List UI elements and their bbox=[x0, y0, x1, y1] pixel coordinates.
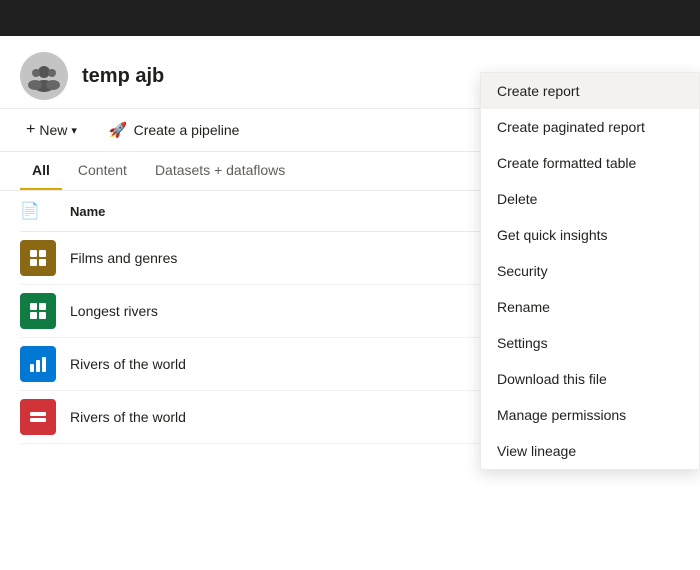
films-icon bbox=[20, 240, 56, 276]
menu-item-delete[interactable]: Delete bbox=[481, 181, 699, 217]
manage-permissions-label: Manage permissions bbox=[497, 407, 626, 423]
dropdown-menu: Create report Create paginated report Cr… bbox=[480, 72, 700, 470]
download-label: Download this file bbox=[497, 371, 607, 387]
create-pipeline-button[interactable]: 🚀 Create a pipeline bbox=[103, 117, 246, 143]
menu-item-create-formatted[interactable]: Create formatted table bbox=[481, 145, 699, 181]
item-icon-longest bbox=[20, 293, 70, 329]
create-formatted-label: Create formatted table bbox=[497, 155, 636, 171]
rivers-red-icon bbox=[20, 399, 56, 435]
menu-item-security[interactable]: Security bbox=[481, 253, 699, 289]
excel-icon bbox=[28, 301, 48, 321]
item-icon-films bbox=[20, 240, 70, 276]
new-label: New bbox=[39, 122, 67, 138]
quick-insights-label: Get quick insights bbox=[497, 227, 608, 243]
chevron-down-icon: ▾ bbox=[71, 124, 77, 137]
rename-label: Rename bbox=[497, 299, 550, 315]
dataset-icon bbox=[28, 248, 48, 268]
tab-all[interactable]: All bbox=[20, 152, 62, 190]
plus-icon: + bbox=[26, 121, 35, 139]
rivers-blue-icon bbox=[20, 346, 56, 382]
create-paginated-label: Create paginated report bbox=[497, 119, 645, 135]
avatar bbox=[20, 52, 68, 100]
file-icon: 📄 bbox=[20, 203, 40, 220]
item-icon-rivers-blue bbox=[20, 346, 70, 382]
menu-item-quick-insights[interactable]: Get quick insights bbox=[481, 217, 699, 253]
tab-content[interactable]: Content bbox=[66, 152, 139, 190]
menu-item-create-report[interactable]: Create report bbox=[481, 73, 699, 109]
pipeline-label: Create a pipeline bbox=[134, 122, 240, 138]
security-label: Security bbox=[497, 263, 548, 279]
menu-item-settings[interactable]: Settings bbox=[481, 325, 699, 361]
menu-item-create-paginated[interactable]: Create paginated report bbox=[481, 109, 699, 145]
item-icon-rivers-red bbox=[20, 399, 70, 435]
pipeline-icon: 🚀 bbox=[109, 121, 128, 139]
main-container: temp ajb + New ▾ 🚀 Create a pipeline All… bbox=[0, 36, 700, 570]
menu-item-download[interactable]: Download this file bbox=[481, 361, 699, 397]
menu-item-manage-permissions[interactable]: Manage permissions bbox=[481, 397, 699, 433]
item-name-rivers-red: Rivers of the world bbox=[70, 409, 550, 425]
create-report-label: Create report bbox=[497, 83, 579, 99]
delete-label: Delete bbox=[497, 191, 537, 207]
view-lineage-label: View lineage bbox=[497, 443, 576, 459]
new-button[interactable]: + New ▾ bbox=[20, 117, 83, 143]
avatar-icon bbox=[28, 60, 60, 92]
top-bar bbox=[0, 0, 700, 36]
menu-item-rename[interactable]: Rename bbox=[481, 289, 699, 325]
report-icon bbox=[28, 354, 48, 374]
longest-rivers-icon bbox=[20, 293, 56, 329]
icon-column-header: 📄 bbox=[20, 201, 70, 221]
storage-icon bbox=[28, 407, 48, 427]
tab-datasets[interactable]: Datasets + dataflows bbox=[143, 152, 297, 190]
settings-label: Settings bbox=[497, 335, 548, 351]
workspace-title: temp ajb bbox=[82, 65, 164, 88]
menu-item-view-lineage[interactable]: View lineage bbox=[481, 433, 699, 469]
